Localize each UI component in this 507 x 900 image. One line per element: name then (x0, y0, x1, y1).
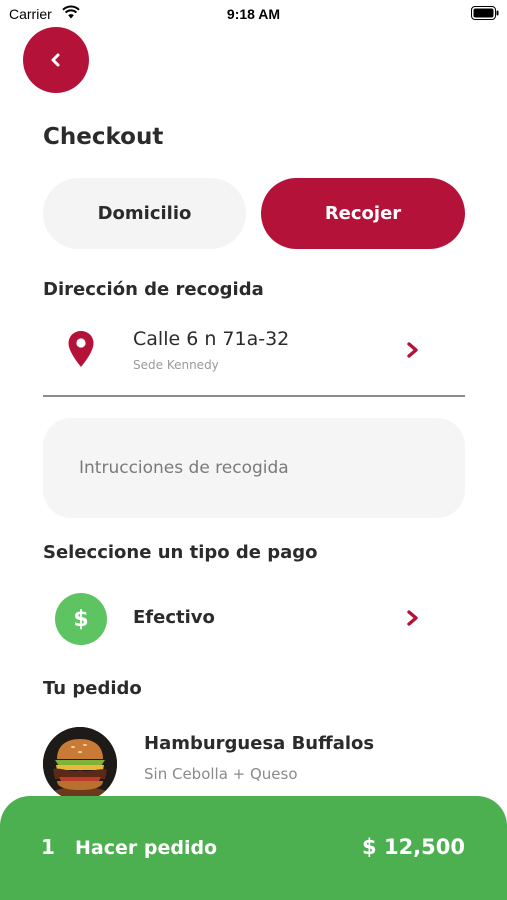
order-item[interactable]: Hamburguesa Buffalos Sin Cebolla + Queso (43, 727, 465, 802)
pickup-option-button[interactable]: Recojer (261, 178, 465, 249)
chevron-right-icon (407, 610, 418, 626)
pickup-address-selector[interactable]: Calle 6 n 71a-32 Sede Kennedy (43, 315, 465, 397)
order-title: Tu pedido (43, 678, 142, 699)
place-order-button[interactable]: 1 Hacer pedido $ 12,500 (0, 796, 507, 900)
item-name: Hamburguesa Buffalos (144, 733, 375, 754)
pickup-branch-name: Sede Kennedy (133, 358, 219, 372)
status-bar: Carrier 9:18 AM (0, 0, 507, 28)
dollar-icon: $ (55, 593, 107, 645)
pickup-address-title: Dirección de recogida (43, 279, 264, 300)
chevron-right-icon (407, 342, 418, 358)
battery-icon (471, 6, 499, 20)
burger-image (43, 727, 117, 801)
clock: 9:18 AM (226, 6, 281, 22)
payment-type-title: Seleccione un tipo de pago (43, 542, 318, 563)
delivery-option-button[interactable]: Domicilio (43, 178, 246, 249)
payment-method-label: Efectivo (133, 607, 215, 628)
page-title: Checkout (43, 124, 164, 150)
location-pin-icon (68, 331, 94, 367)
order-quantity: 1 (41, 835, 55, 859)
pickup-instructions-input[interactable] (43, 418, 465, 518)
payment-method-selector[interactable]: $ Efectivo (43, 590, 465, 646)
item-modifiers: Sin Cebolla + Queso (144, 765, 298, 783)
place-order-label: Hacer pedido (75, 837, 218, 859)
pickup-address-line: Calle 6 n 71a-32 (133, 328, 290, 350)
back-button[interactable] (23, 27, 89, 93)
order-total: $ 12,500 (362, 835, 465, 859)
chevron-left-icon (51, 53, 60, 67)
